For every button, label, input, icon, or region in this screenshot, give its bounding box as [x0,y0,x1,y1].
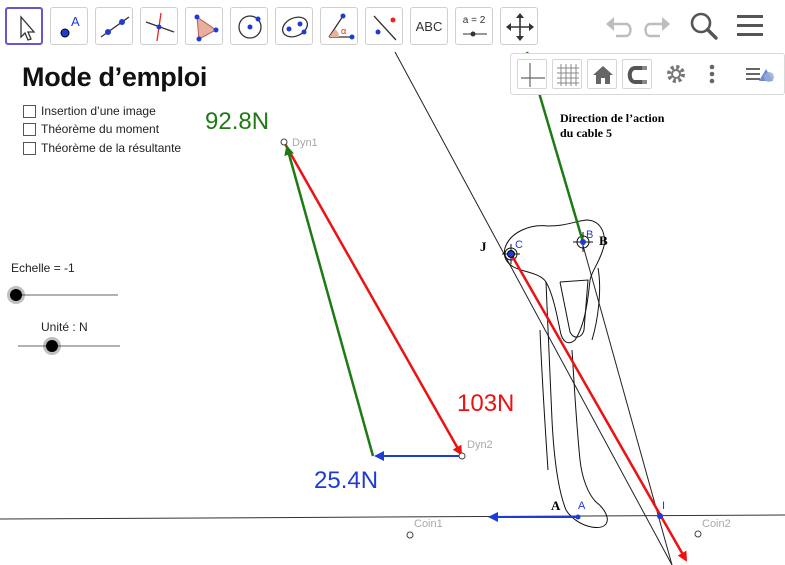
dyn2-label: Dyn2 [467,439,493,451]
perpendicular-tool-button[interactable] [140,7,178,45]
point-i-label: I [662,500,666,512]
checkbox-box[interactable] [23,122,36,136]
svg-text:A: A [71,14,80,29]
move-graphics-view-tool-button[interactable] [500,7,538,45]
image-direction-label: Direction de l’action [560,111,665,125]
point-dyn2[interactable] [458,452,466,460]
image-b-label: B [599,233,608,248]
red-triangle-vector[interactable] [282,141,463,456]
page-title: Mode d’emploi [22,62,208,92]
text-tool-label: ABC [415,18,443,34]
polygon-icon [194,14,219,42]
point-capturing-button[interactable] [622,59,652,89]
slider-echelle-label: Echelle = -1 [11,261,75,275]
checkbox-label: Théorème de la résultante [41,141,182,155]
search-icon [690,12,718,40]
checkbox-theoreme-moment[interactable]: Théorème du moment [23,122,159,136]
redo-icon [644,17,670,38]
move-tool-button[interactable] [5,7,43,45]
angle-icon: α [328,13,355,40]
blue-force-label: 25.4N [314,467,379,494]
toggle-grid-button[interactable] [552,59,582,89]
brake-lever-drawing [503,219,608,528]
point-b-label: B [586,229,594,241]
style-bar [510,53,785,95]
image-cable-label: du cable 5 [560,126,613,140]
standard-view-button[interactable] [587,59,617,89]
text-tool-button[interactable]: ABC [410,7,448,45]
toolbar: A α ABC a = 2 [0,0,785,50]
circle-icon [238,15,262,39]
slider-icon [463,31,487,37]
reflect-icon [373,15,397,41]
slider-unite[interactable] [0,333,130,359]
point-icon: A [60,14,80,38]
ellipse-tool-button[interactable] [275,7,313,45]
angle-tool-button[interactable]: α [320,7,358,45]
green-triangle-vector[interactable] [284,145,375,457]
toggle-stylebar-button[interactable] [743,59,774,89]
checkbox-box[interactable] [23,141,36,155]
slider-tool-button[interactable]: a = 2 [455,7,493,45]
ground-line[interactable] [0,514,785,520]
dyn1-label: Dyn1 [292,137,318,149]
checkbox-label: Théorème du moment [41,122,160,136]
checkbox-box[interactable] [23,104,36,118]
home-icon [593,66,613,84]
point-c[interactable] [507,250,515,258]
menu-icon [737,15,763,36]
settings-button[interactable] [661,59,691,89]
toggle-stylebar-icon [746,68,774,82]
more-options-button[interactable] [697,59,727,89]
checkbox-theoreme-resultante[interactable]: Théorème de la résultante [23,141,181,155]
point-a[interactable] [575,514,581,520]
redo-button[interactable] [638,8,674,44]
ellipse-icon [281,16,309,38]
main-menu-button[interactable] [733,8,769,44]
toggle-axes-button[interactable] [517,59,547,89]
slider-unite-label: Unité : N [41,320,88,334]
settings-icon [667,65,685,83]
point-c-label: C [515,239,523,251]
coin1-label: Coin1 [414,518,443,530]
axes-icon [521,63,545,87]
move-arrows-icon [506,13,534,41]
more-icon [709,64,715,84]
line-tool-button[interactable] [95,7,133,45]
circle-tool-button[interactable] [230,7,268,45]
reflect-tool-button[interactable] [365,7,403,45]
polygon-tool-button[interactable] [185,7,223,45]
undo-icon [606,17,632,38]
search-button[interactable] [686,8,722,44]
image-j-label: J [480,239,487,254]
point-tool-button[interactable]: A [50,7,88,45]
green-force-label: 92.8N [205,108,270,135]
line-of-action-thin[interactable] [394,51,673,565]
point-a-label: A [578,500,586,512]
image-a-label: A [551,498,561,513]
line-icon [100,16,130,38]
point-coin2[interactable] [694,530,702,538]
red-force-label: 103N [457,390,515,417]
undo-button[interactable] [602,8,638,44]
coin2-label: Coin2 [702,518,731,530]
grid-icon [557,64,579,86]
point-dyn1[interactable] [280,138,288,146]
svg-text:α: α [341,26,346,36]
point-coin1[interactable] [406,531,414,539]
perpendicular-line-icon [145,12,175,42]
checkbox-label: Insertion d’une image [41,104,156,118]
cursor-arrow-icon [20,15,36,41]
point-i[interactable] [657,513,663,519]
checkbox-insertion-image[interactable]: Insertion d’une image [23,104,156,118]
point-capturing-icon [627,66,647,84]
slider-echelle[interactable] [0,282,130,308]
